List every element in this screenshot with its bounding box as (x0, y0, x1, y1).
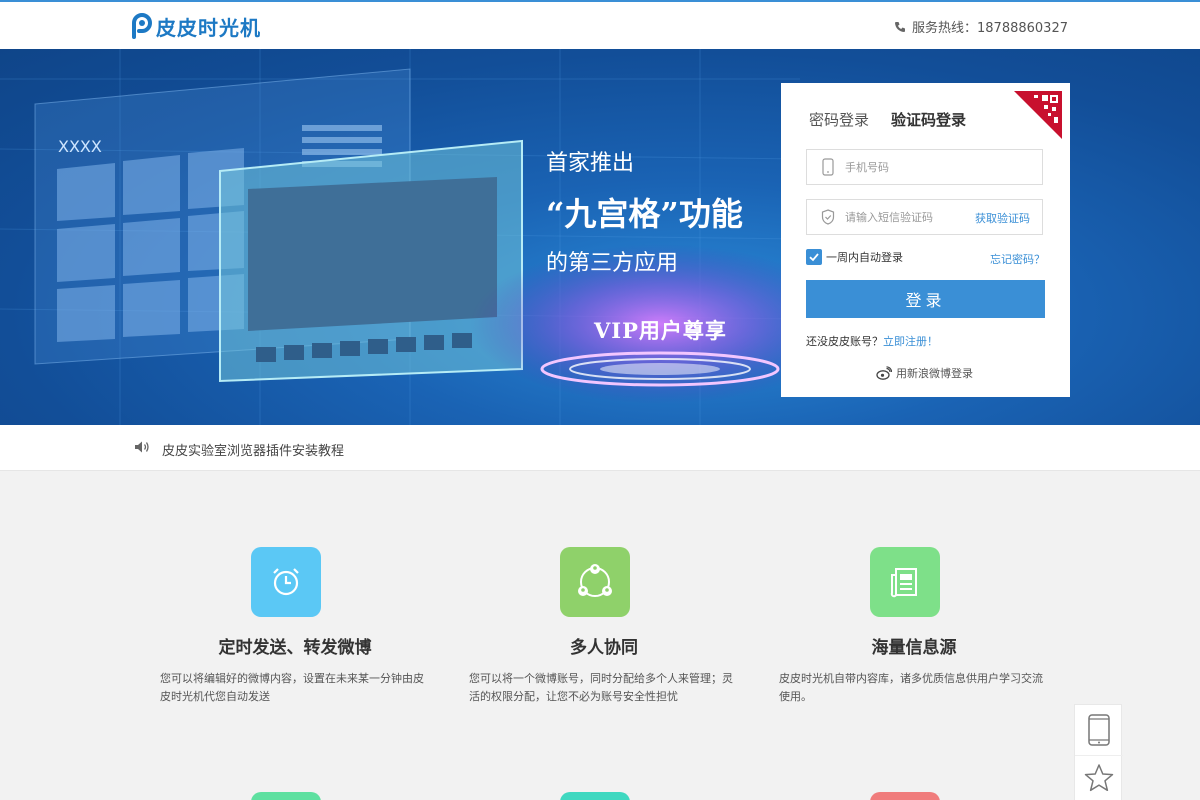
feature-title: 海量信息源 (871, 638, 957, 658)
banner-line-3: 的第三方应用 (546, 251, 679, 276)
forgot-password-link[interactable]: 忘记密码？ (990, 251, 1045, 267)
tab-sms-login[interactable]: 验证码登录 (891, 109, 966, 130)
remember-label: 一周内自动登录 (826, 251, 903, 264)
site-header: 皮皮时光机 服务热线：18788860327 (0, 2, 1200, 49)
feature-title: 多人协同 (570, 638, 638, 658)
service-hotline: 服务热线：18788860327 (894, 17, 1068, 36)
side-toolbar (1074, 704, 1123, 800)
weibo-icon (876, 366, 892, 380)
feature-description: 您可以将编辑好的微博内容，设置在未来某一分钟由皮皮时光机代您自动发送 (160, 672, 424, 703)
sms-code-input[interactable] (845, 210, 965, 224)
logo-mark-icon (132, 13, 152, 39)
feature-icon-box (251, 792, 321, 800)
speaker-icon (135, 441, 149, 453)
notice-link[interactable]: 皮皮实验室浏览器插件安装教程 (162, 440, 344, 459)
feature-icon-box (870, 547, 940, 617)
hotline-text: 服务热线：18788860327 (912, 21, 1068, 36)
feature-icon-box (251, 547, 321, 617)
feature-icon-box (560, 547, 630, 617)
logo-text: 皮皮时光机 (156, 15, 261, 40)
checkmark-icon (809, 253, 819, 262)
phone-field (806, 149, 1043, 185)
login-panel: 密码登录 验证码登录 获取验证码 (781, 83, 1070, 397)
tab-password-login[interactable]: 密码登录 (809, 109, 869, 130)
logo[interactable]: 皮皮时光机 (130, 12, 261, 40)
mobile-app-icon[interactable] (1087, 714, 1111, 746)
toolbar-divider (1075, 755, 1123, 756)
get-code-button[interactable]: 获取验证码 (975, 210, 1030, 226)
remember-me[interactable]: 一周内自动登录 (806, 249, 903, 265)
notice-bar: 皮皮实验室浏览器插件安装教程 (0, 425, 1200, 471)
login-button[interactable]: 登录 (806, 280, 1045, 318)
star-icon[interactable] (1084, 763, 1114, 793)
banner-headline: 首家推出 “九宫格”功能 的第三方应用 (546, 145, 743, 277)
vip-label: VIP用户尊享 (594, 318, 727, 343)
shield-check-icon (821, 209, 835, 225)
login-tabs: 密码登录 验证码登录 (809, 109, 966, 130)
no-account-label: 还没皮皮账号？ (806, 335, 883, 348)
no-account-text: 还没皮皮账号？立即注册！ (806, 333, 938, 349)
remember-checkbox[interactable] (806, 249, 822, 265)
sms-code-field: 获取验证码 (806, 199, 1043, 235)
team-icon (578, 564, 612, 597)
feature-scheduled-post: 定时发送、转发微博 您可以将编辑好的微博内容，设置在未来某一分钟由皮皮时光机代您… (160, 547, 430, 706)
register-link[interactable]: 立即注册！ (883, 335, 938, 348)
feature-icon-box (870, 792, 940, 800)
newspaper-icon (890, 568, 917, 598)
qr-code-icon[interactable] (1014, 91, 1062, 139)
phone-icon (895, 21, 906, 32)
weibo-login-label: 用新浪微博登录 (896, 367, 973, 380)
screen-label: XXXX (58, 137, 102, 156)
feature-title: 定时发送、转发微博 (218, 638, 372, 658)
banner-line-1: 首家推出 (546, 151, 635, 176)
phone-input[interactable] (845, 160, 965, 174)
banner-line-2: “九宫格”功能 (546, 195, 743, 233)
feature-description: 皮皮时光机自带内容库，诸多优质信息供用户学习交流使用。 (779, 672, 1043, 703)
feature-description: 您可以将一个微博账号，同时分配给多个人来管理；灵活的权限分配，让您不必为账号安全… (469, 672, 733, 703)
mobile-phone-icon (822, 158, 834, 176)
feature-icon-box (560, 792, 630, 800)
feature-content-library: 海量信息源 皮皮时光机自带内容库，诸多优质信息供用户学习交流使用。 (779, 547, 1049, 706)
feature-collaboration: 多人协同 您可以将一个微博账号，同时分配给多个人来管理；灵活的权限分配，让您不必… (469, 547, 739, 706)
weibo-login[interactable]: 用新浪微博登录 (876, 365, 973, 381)
alarm-clock-icon (273, 568, 299, 596)
